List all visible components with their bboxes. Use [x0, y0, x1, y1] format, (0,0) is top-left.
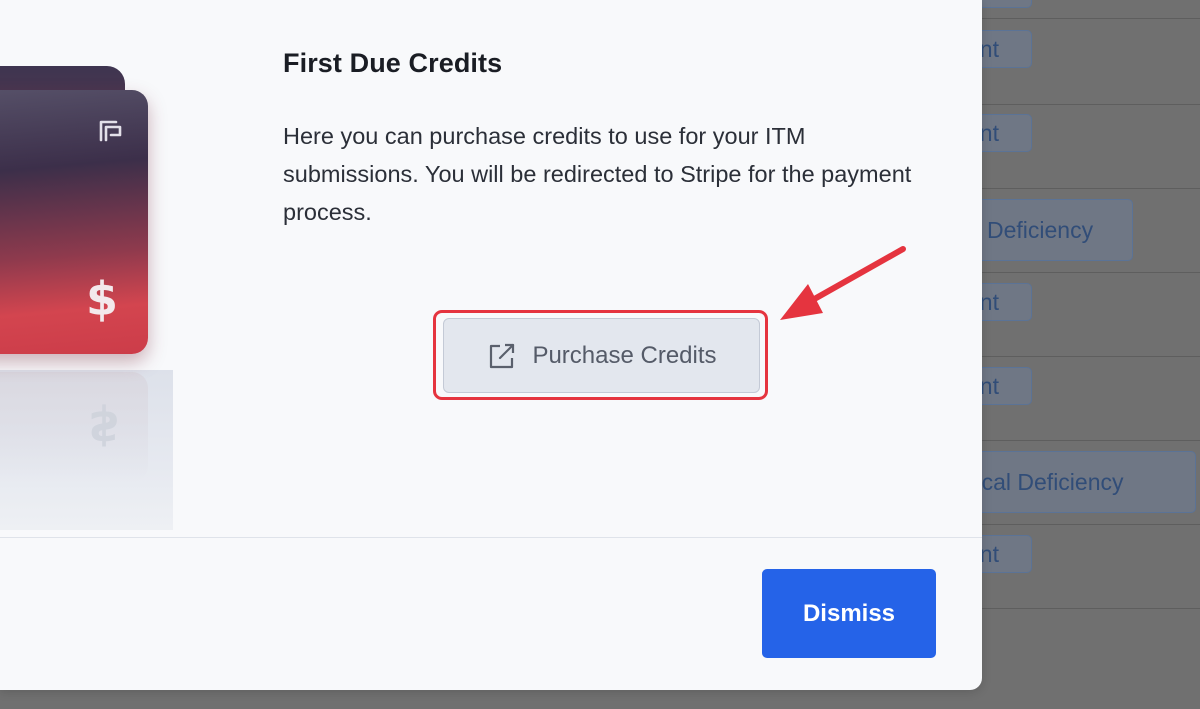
purchase-credits-label: Purchase Credits	[532, 341, 717, 369]
background-badge: Deficiency	[962, 199, 1133, 261]
external-link-icon	[490, 343, 515, 368]
dollar-reflection-icon: $	[88, 400, 121, 454]
modal-description: Here you can purchase credits to use for…	[283, 123, 912, 225]
credit-card-illustration: $ $	[0, 0, 175, 530]
table-row-divider	[980, 440, 1200, 441]
table-row-divider	[980, 272, 1200, 273]
table-row-divider	[980, 188, 1200, 189]
table-row-divider	[980, 18, 1200, 19]
table-row-divider	[980, 104, 1200, 105]
credits-modal: $ $ First Due Credits Here you can purch…	[0, 0, 982, 690]
dismiss-button[interactable]: Dismiss	[762, 569, 936, 658]
modal-footer-divider	[0, 537, 982, 538]
pointer-arrow-annotation	[780, 246, 906, 320]
table-row-divider	[980, 356, 1200, 357]
table-row-divider	[980, 524, 1200, 525]
card-logo-icon	[99, 120, 122, 142]
modal-title: First Due Credits	[283, 48, 503, 78]
dollar-icon: $	[86, 272, 119, 326]
table-row-divider	[980, 608, 1200, 609]
background-badge: itical Deficiency	[962, 451, 1196, 513]
purchase-credits-button[interactable]: Purchase Credits	[443, 318, 760, 393]
card-reflection	[0, 372, 148, 482]
